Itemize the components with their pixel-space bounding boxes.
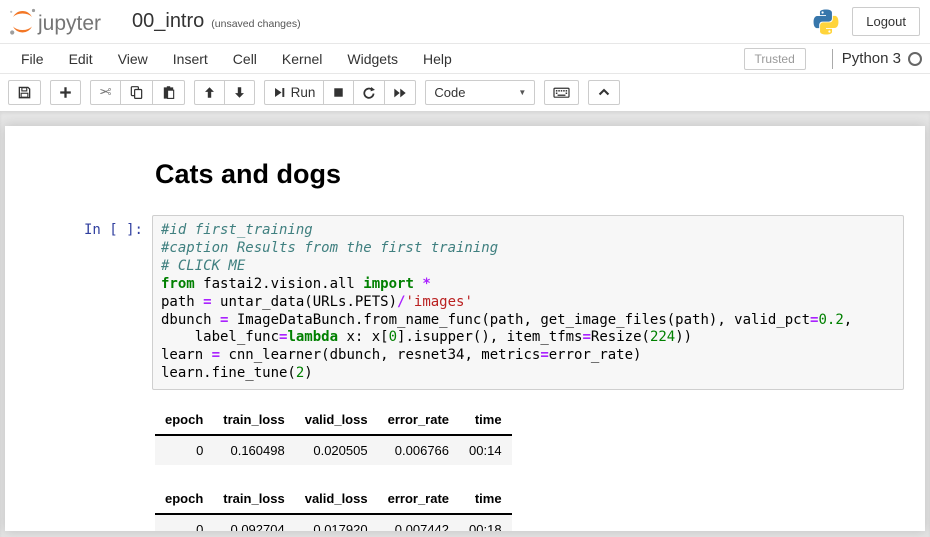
menu-item-cell[interactable]: Cell	[224, 47, 266, 71]
code-editor[interactable]: #id first_training#caption Results from …	[161, 222, 895, 383]
move-cell-up-button[interactable]	[194, 80, 225, 105]
table-cell: 0.092704	[213, 514, 294, 531]
training-output-table: epochtrain_lossvalid_losserror_ratetime0…	[155, 484, 512, 531]
column-header: error_rate	[378, 484, 459, 514]
menu-item-edit[interactable]: Edit	[60, 47, 102, 71]
svg-text:jupyter: jupyter	[37, 12, 101, 35]
header: jupyter 00_intro (unsaved changes) Logou…	[0, 0, 930, 44]
logout-button[interactable]: Logout	[852, 7, 920, 36]
column-header: train_loss	[213, 484, 294, 514]
collapse-toolbar-button[interactable]	[588, 80, 620, 105]
chevron-up-icon	[597, 86, 611, 99]
menu-item-widgets[interactable]: Widgets	[338, 47, 407, 71]
copy-icon	[129, 85, 144, 100]
move-up-icon	[203, 86, 216, 99]
code-cell: In [ ]: #id first_training#caption Resul…	[5, 215, 925, 390]
column-header: valid_loss	[295, 405, 378, 435]
paste-icon	[161, 85, 176, 100]
run-cell-button[interactable]: Run	[264, 80, 325, 105]
column-header: train_loss	[213, 405, 294, 435]
menu-item-file[interactable]: File	[12, 47, 53, 71]
trusted-button[interactable]: Trusted	[744, 48, 806, 70]
kernel-name: Python 3	[842, 50, 901, 67]
table-cell: 0.020505	[295, 435, 378, 465]
restart-kernel-icon	[362, 86, 376, 100]
column-header: error_rate	[378, 405, 459, 435]
jupyter-logo[interactable]: jupyter	[8, 7, 106, 37]
table-cell: 0.007442	[378, 514, 459, 531]
column-header: time	[459, 405, 512, 435]
table-cell: 0.006766	[378, 435, 459, 465]
interrupt-stop-icon	[332, 86, 345, 99]
code-input-area[interactable]: #id first_training#caption Results from …	[152, 215, 904, 390]
notebook-background: Cats and dogs In [ ]: #id first_training…	[0, 111, 930, 537]
menu-items: File Edit View Insert Cell Kernel Widgets Help	[12, 47, 468, 71]
menu-item-view[interactable]: View	[109, 47, 157, 71]
markdown-heading: Cats and dogs	[155, 159, 925, 190]
python-logo-icon	[812, 8, 840, 36]
restart-run-all-button[interactable]	[384, 80, 416, 105]
table-cell: 0	[155, 435, 213, 465]
input-prompt: In [ ]:	[5, 215, 152, 390]
column-header: epoch	[155, 405, 213, 435]
checkpoint-status: (unsaved changes)	[211, 14, 300, 30]
notebook-container: Cats and dogs In [ ]: #id first_training…	[5, 126, 925, 531]
move-cell-down-button[interactable]	[224, 80, 255, 105]
table-cell: 0	[155, 514, 213, 531]
table-row: 00.0927040.0179200.00744200:18	[155, 514, 512, 531]
cut-cell-button[interactable]: ✂	[90, 80, 121, 105]
run-button-label: Run	[291, 85, 316, 100]
table-row: 00.1604980.0205050.00676600:14	[155, 435, 512, 465]
restart-run-all-icon	[393, 86, 407, 100]
paste-cell-button[interactable]	[152, 80, 185, 105]
table-cell: 00:14	[459, 435, 512, 465]
command-palette-button[interactable]	[544, 80, 579, 105]
jupyter-logo-icon: jupyter	[8, 7, 106, 37]
cell-type-value: Code	[434, 85, 465, 100]
column-header: epoch	[155, 484, 213, 514]
table-cell: 0.160498	[213, 435, 294, 465]
training-output-table: epochtrain_lossvalid_losserror_ratetime0…	[155, 405, 512, 465]
table-cell: 00:18	[459, 514, 512, 531]
keyboard-icon	[553, 85, 570, 100]
step-forward-icon	[273, 86, 286, 99]
kernel-idle-circle-icon	[908, 52, 922, 66]
restart-kernel-button[interactable]	[353, 80, 385, 105]
cell-type-dropdown[interactable]: Code ▼	[425, 80, 535, 105]
output-area: epochtrain_lossvalid_losserror_ratetime0…	[155, 405, 925, 531]
save-icon	[17, 85, 32, 100]
column-header: time	[459, 484, 512, 514]
cut-icon: ✂	[99, 85, 112, 100]
add-cell-icon	[59, 86, 72, 99]
notebook-title[interactable]: 00_intro	[132, 10, 204, 33]
menu-item-help[interactable]: Help	[414, 47, 461, 71]
table-cell: 0.017920	[295, 514, 378, 531]
menubar: FileEditViewInsertCellKernelWidgetsHelp …	[0, 44, 930, 74]
move-down-icon	[233, 86, 246, 99]
save-button[interactable]	[8, 80, 41, 105]
copy-cell-button[interactable]	[120, 80, 153, 105]
menu-item-insert[interactable]: Insert	[164, 47, 217, 71]
divider	[832, 49, 833, 69]
dropdown-caret-icon: ▼	[518, 88, 526, 97]
toolbar: ✂	[0, 74, 930, 111]
column-header: valid_loss	[295, 484, 378, 514]
add-cell-button[interactable]	[50, 80, 81, 105]
menu-item-kernel[interactable]: Kernel	[273, 47, 331, 71]
interrupt-kernel-button[interactable]	[323, 80, 354, 105]
